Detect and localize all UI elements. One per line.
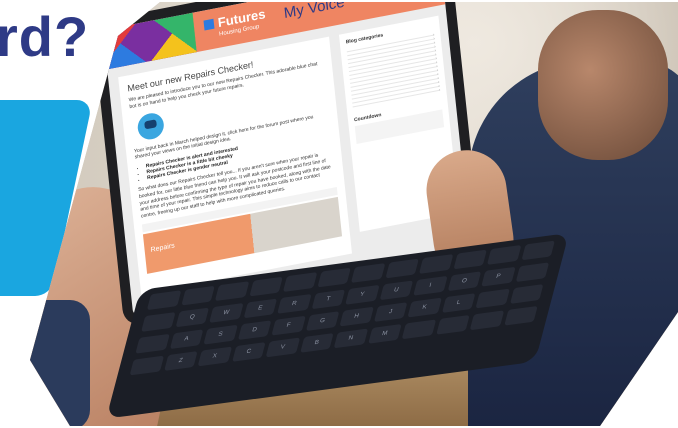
preview-label: Repairs — [150, 242, 176, 254]
keyboard-key: D — [237, 320, 272, 341]
keyboard-key — [180, 285, 215, 306]
keyboard-key — [486, 245, 521, 265]
keyboard-key — [418, 254, 453, 274]
keyboard-key — [129, 355, 164, 376]
keyboard-key — [350, 263, 385, 283]
section-title: My Voice — [283, 0, 346, 23]
keyboard-key: V — [265, 337, 300, 358]
keyboard-key: P — [481, 266, 516, 287]
keyboard-key: G — [305, 311, 340, 332]
keyboard-key — [141, 312, 176, 332]
keyboard-key: T — [311, 289, 346, 310]
keyboard-key — [135, 333, 170, 354]
keyboard-key: B — [299, 333, 334, 353]
keyboard-key: Y — [345, 284, 380, 305]
keyboard-key — [469, 310, 504, 331]
keyboard-key: K — [407, 297, 442, 318]
chatbot-robot-icon — [136, 110, 165, 142]
left-sleeve — [30, 300, 90, 426]
keyboard-key — [475, 288, 510, 309]
keyboard-key: I — [413, 275, 448, 296]
keyboard-key: Z — [163, 351, 198, 371]
keyboard-key: C — [231, 342, 266, 362]
keyboard-key — [282, 272, 317, 293]
person-head — [538, 10, 668, 160]
keyboard-key: F — [271, 315, 306, 336]
keyboard-key — [146, 290, 181, 311]
keyboard-key: N — [333, 328, 368, 349]
keyboard-key — [401, 319, 436, 340]
keyboard-key: E — [243, 298, 278, 319]
keyboard-key: U — [379, 280, 414, 301]
marketing-image: rd? Futures Housing Group My Voice Meet … — [0, 0, 678, 428]
keyboard-key: S — [203, 324, 238, 345]
keyboard-key: O — [447, 271, 482, 292]
keyboard-key: W — [209, 303, 244, 323]
keyboard-key — [435, 314, 470, 335]
keyboard-key — [520, 240, 555, 261]
keyboard-key: J — [373, 302, 408, 323]
logo-mark-icon — [203, 18, 215, 31]
keyboard-key: Q — [175, 307, 210, 328]
keyboard-key — [316, 267, 351, 288]
keyboard-key — [452, 249, 487, 270]
keyboard-key — [515, 262, 550, 283]
futures-logo[interactable]: Futures Housing Group — [203, 5, 267, 40]
page-heading-fragment: rd? — [0, 5, 90, 68]
keyboard-key: A — [169, 329, 204, 350]
keyboard-key: M — [367, 324, 402, 344]
keyboard-key — [214, 281, 249, 302]
keyboard-key: L — [441, 293, 476, 313]
photo-frame: Futures Housing Group My Voice Meet our … — [30, 0, 678, 426]
keyboard-key: H — [339, 306, 374, 327]
keyboard-key — [503, 305, 538, 326]
keyboard-key — [509, 284, 544, 304]
keyboard-key — [248, 276, 283, 297]
keyboard-key — [384, 258, 419, 279]
colorful-mosaic-banner — [102, 12, 197, 70]
keyboard-key: X — [197, 346, 232, 367]
keyboard-key: R — [277, 293, 312, 314]
article-panel: Meet our new Repairs Checker! We are ple… — [118, 36, 352, 295]
